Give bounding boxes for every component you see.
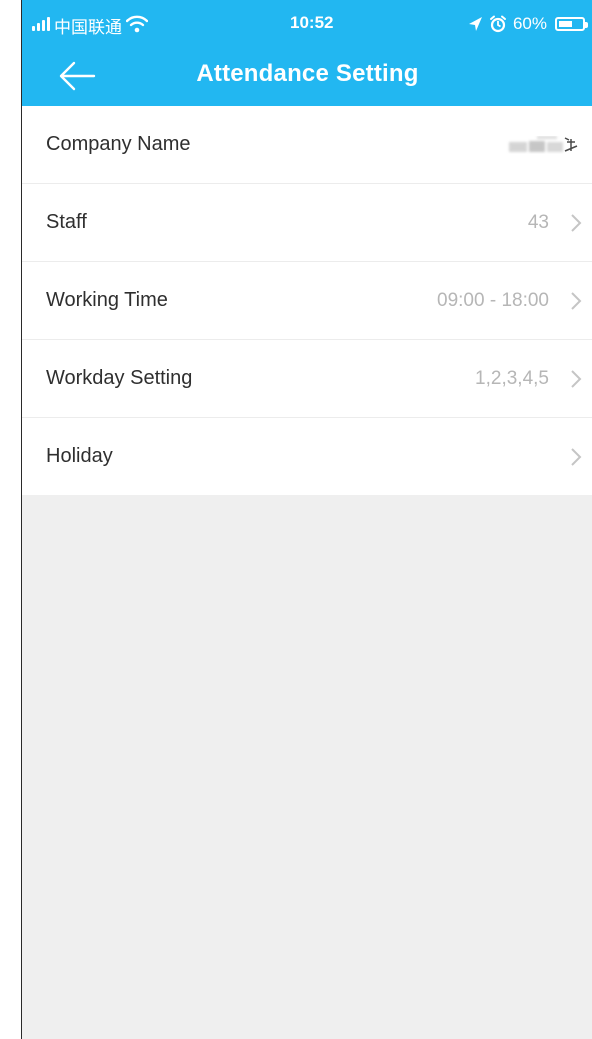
row-label: Holiday — [46, 445, 113, 467]
status-left: 中国联通 — [32, 12, 148, 37]
row-label: Company Name — [46, 133, 191, 155]
page-title: Attendance Setting — [196, 60, 419, 87]
nav-bar: Attendance Setting — [22, 48, 592, 106]
row-value: 1,2,3,4,5 — [475, 367, 549, 389]
chevron-right-icon — [571, 448, 582, 466]
battery-percentage: 60% — [512, 14, 547, 33]
row-value: 43 — [527, 211, 549, 233]
row-label: Staff — [46, 211, 87, 233]
location-arrow-icon — [468, 17, 482, 31]
wifi-icon — [126, 15, 148, 33]
phone-screen: 中国联通 10:52 60% Attendance Setting Compan… — [21, 0, 592, 1039]
row-label: Workday Setting — [46, 367, 193, 389]
workday-setting-row[interactable]: Workday Setting 1,2,3,4,5 — [22, 340, 592, 418]
signal-bars-icon — [32, 17, 50, 31]
top-bar: 中国联通 10:52 60% Attendance Setting — [22, 0, 592, 106]
working-time-row[interactable]: Working Time 09:00 - 18:00 — [22, 262, 592, 340]
status-right: 60% — [467, 12, 588, 36]
status-bar: 中国联通 10:52 60% — [22, 0, 592, 48]
chevron-right-icon — [571, 214, 582, 232]
alarm-clock-icon — [489, 15, 506, 33]
settings-list: Company Name Staff 43 Working Time 09:00… — [22, 106, 592, 495]
chevron-right-icon — [571, 292, 582, 310]
row-value: 09:00 - 18:00 — [437, 289, 549, 311]
redacted-company-name — [509, 136, 578, 152]
battery-fill — [559, 21, 573, 27]
chevron-right-icon — [571, 370, 582, 388]
status-time: 10:52 — [290, 13, 334, 32]
staff-row[interactable]: Staff 43 — [22, 184, 592, 262]
holiday-row[interactable]: Holiday — [22, 418, 592, 495]
company-name-row[interactable]: Company Name — [22, 106, 592, 184]
battery-icon — [555, 17, 588, 31]
row-label: Working Time — [46, 289, 168, 311]
carrier-name: 中国联通 — [54, 17, 122, 37]
